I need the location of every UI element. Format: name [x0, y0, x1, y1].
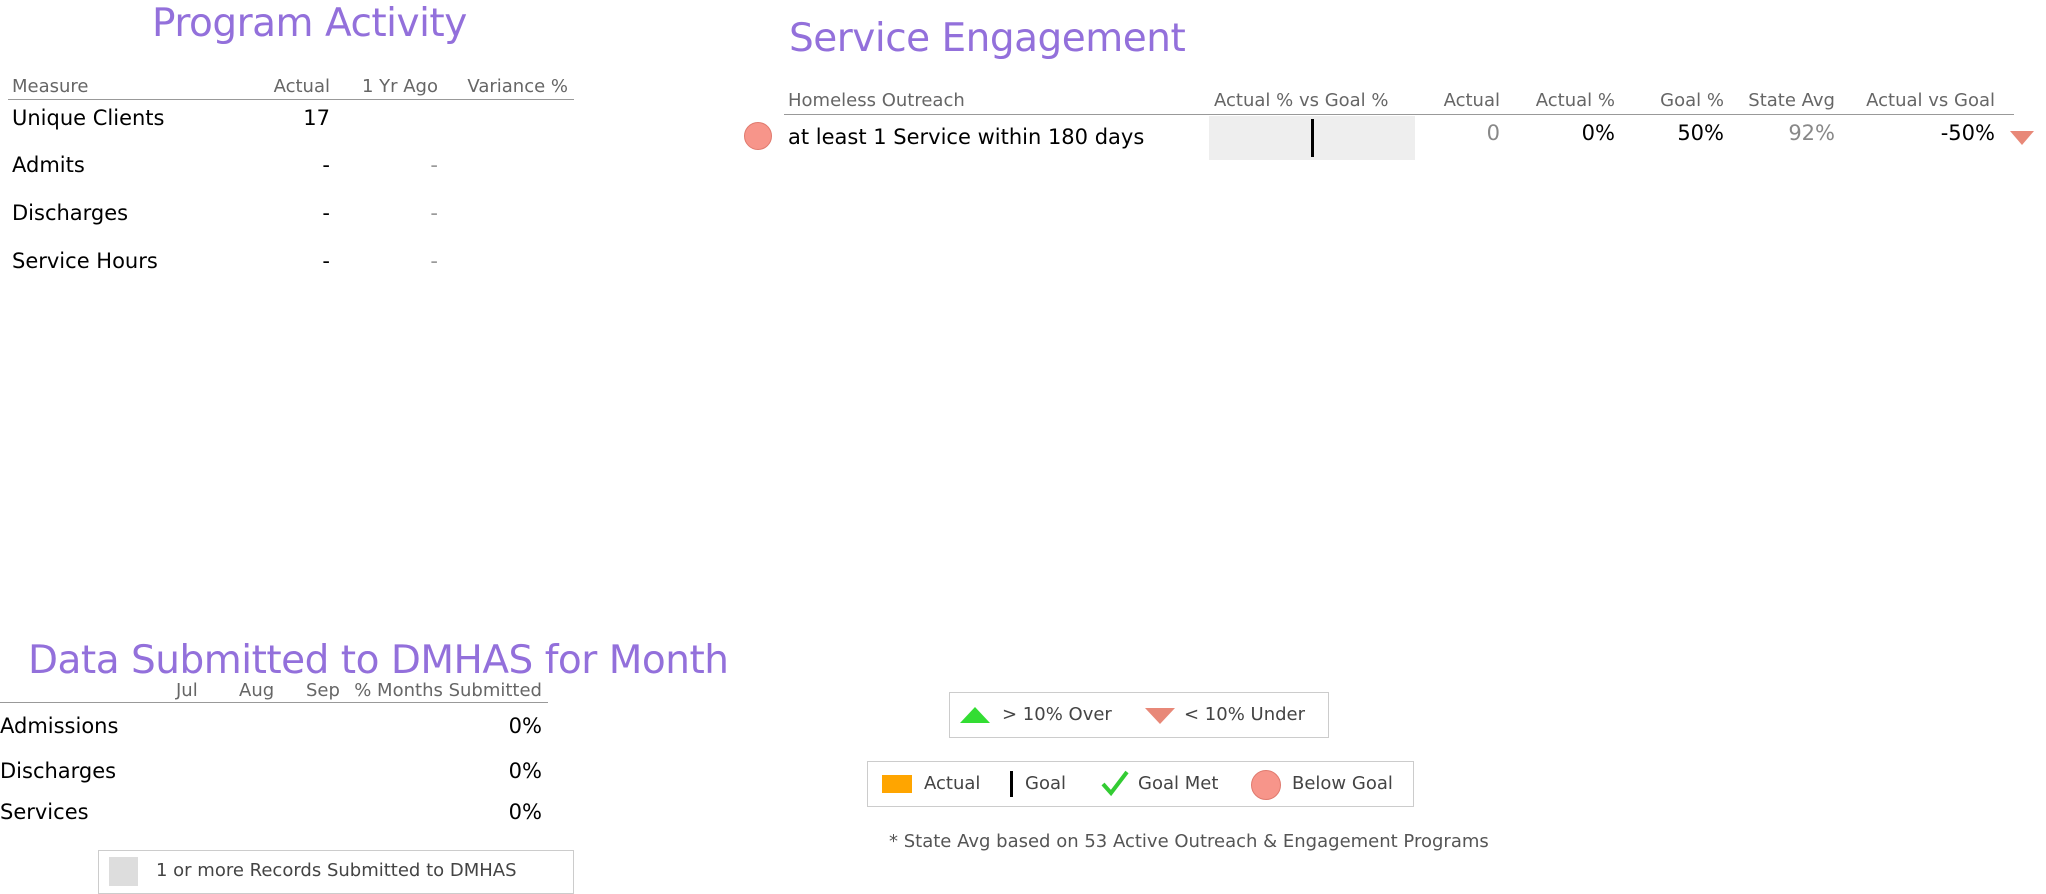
status-legend-goal-met: Goal Met — [1138, 773, 1219, 794]
se-header-actual-pct: Actual % — [1535, 90, 1615, 111]
se-row-actual: 0 — [1486, 121, 1500, 145]
status-legend-actual: Actual — [924, 773, 981, 794]
se-header-actual: Actual — [1443, 90, 1500, 111]
se-row-measure: at least 1 Service within 180 days — [788, 125, 1145, 149]
pa-row-1yr-ago: - — [430, 153, 438, 177]
se-header-rule — [784, 114, 2014, 115]
ds-header-pct: % Months Submitted — [354, 680, 542, 701]
pa-header-1yr-ago: 1 Yr Ago — [361, 76, 438, 97]
ds-header-month-jul: Jul — [176, 680, 198, 701]
pa-header-actual: Actual — [273, 76, 330, 97]
pa-row-1yr-ago: - — [430, 201, 438, 225]
pa-row-measure: Unique Clients — [12, 106, 165, 130]
se-row-actual-pct: 0% — [1581, 121, 1615, 145]
pa-row-actual: - — [322, 201, 330, 225]
se-header-bar: Actual % vs Goal % — [1214, 90, 1389, 111]
ds-row-label: Services — [0, 800, 89, 824]
pa-row-1yr-ago: - — [430, 249, 438, 273]
under-arrow-icon — [2010, 131, 2034, 145]
below-goal-status-icon — [1251, 770, 1281, 800]
pa-header-rule — [8, 99, 574, 100]
ds-header-rule — [0, 702, 548, 703]
pa-row-measure: Admits — [12, 153, 85, 177]
ds-legend-box: 1 or more Records Submitted to DMHAS — [98, 850, 574, 894]
se-header-program: Homeless Outreach — [788, 90, 965, 111]
pa-row-measure: Discharges — [12, 201, 129, 225]
goal-marker-swatch — [1010, 771, 1013, 797]
trend-legend-box: > 10% Over < 10% Under — [949, 692, 1329, 738]
actual-swatch — [882, 775, 912, 793]
se-row-actual-vs-goal: -50% — [1940, 121, 1995, 145]
below-goal-status-icon — [744, 122, 772, 150]
service-engagement-title: Service Engagement — [789, 16, 1186, 61]
ds-row-pct: 0% — [508, 759, 542, 783]
pa-row-measure: Service Hours — [12, 249, 158, 273]
ds-row-pct: 0% — [508, 800, 542, 824]
status-legend-below-goal: Below Goal — [1292, 773, 1393, 794]
se-row-bar-track — [1209, 116, 1415, 160]
pa-header-variance: Variance % — [467, 76, 568, 97]
checkmark-icon — [1100, 769, 1130, 801]
program-activity-title: Program Activity — [152, 1, 467, 46]
status-legend-box: Actual Goal Goal Met Below Goal — [867, 761, 1414, 807]
se-row-goal-pct: 50% — [1677, 121, 1724, 145]
pa-header-measure: Measure — [12, 76, 89, 97]
ds-row-label: Admissions — [0, 714, 119, 738]
pa-row-actual: - — [322, 153, 330, 177]
ds-header-month-sep: Sep — [306, 680, 340, 701]
ds-header-month-aug: Aug — [239, 680, 275, 701]
trend-legend-over: > 10% Over — [1002, 704, 1112, 725]
under-arrow-icon — [1145, 708, 1175, 724]
se-row-goal-marker — [1310, 119, 1314, 157]
over-arrow-icon — [960, 707, 990, 723]
pa-row-actual: - — [322, 249, 330, 273]
se-header-state-avg: State Avg — [1748, 90, 1835, 111]
status-legend-goal: Goal — [1025, 773, 1066, 794]
se-row-state-avg: 92% — [1788, 121, 1835, 145]
ds-legend-label: 1 or more Records Submitted to DMHAS — [156, 860, 517, 881]
state-avg-footnote: * State Avg based on 53 Active Outreach … — [889, 831, 1489, 852]
se-header-actual-vs-goal: Actual vs Goal — [1866, 90, 1995, 111]
ds-row-label: Discharges — [0, 759, 117, 783]
data-submitted-title: Data Submitted to DMHAS for Month — [28, 638, 729, 683]
submitted-swatch — [109, 857, 138, 886]
ds-row-pct: 0% — [508, 714, 542, 738]
se-header-goal-pct: Goal % — [1660, 90, 1724, 111]
trend-legend-under: < 10% Under — [1184, 704, 1306, 725]
pa-row-actual: 17 — [303, 106, 330, 130]
